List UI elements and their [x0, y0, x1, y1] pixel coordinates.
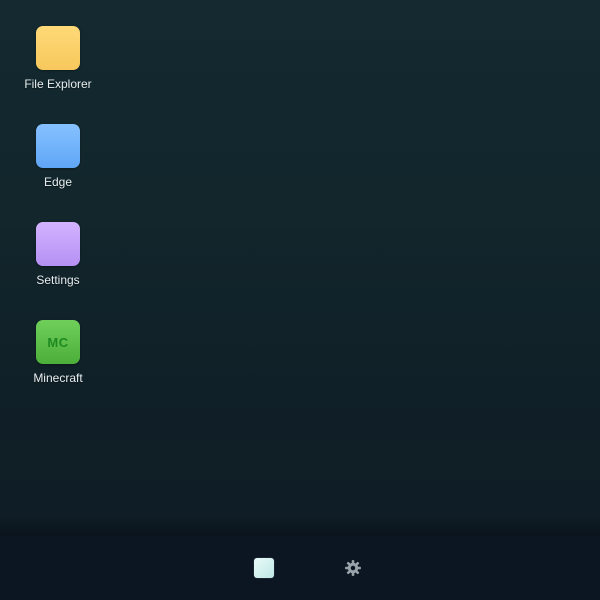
desktop-icon-file-explorer[interactable]: File Explorer: [18, 26, 98, 102]
taskbar-settings-button[interactable]: [343, 558, 363, 578]
minecraft-icon-text: MC: [47, 334, 69, 350]
start-button[interactable]: [254, 558, 274, 578]
minecraft-icon: MC: [36, 320, 80, 364]
desktop-icon-minecraft[interactable]: MC Minecraft: [18, 320, 98, 396]
folder-icon: [36, 26, 80, 70]
edge-icon: [36, 124, 80, 168]
desktop-icon-label: File Explorer: [24, 77, 92, 91]
desktop-icon-edge[interactable]: Edge: [18, 124, 98, 200]
taskbar: [0, 536, 600, 600]
desktop-icon-settings[interactable]: Settings: [18, 222, 98, 298]
gear-icon: [345, 560, 361, 576]
taskbar-shadow: [0, 516, 600, 536]
settings-icon: [36, 222, 80, 266]
desktop-icon-label: Settings: [36, 273, 80, 287]
desktop: File Explorer Edge Settings MC Minecraft: [0, 0, 600, 530]
desktop-icon-label: Minecraft: [33, 371, 83, 385]
desktop-icon-label: Edge: [43, 175, 73, 189]
